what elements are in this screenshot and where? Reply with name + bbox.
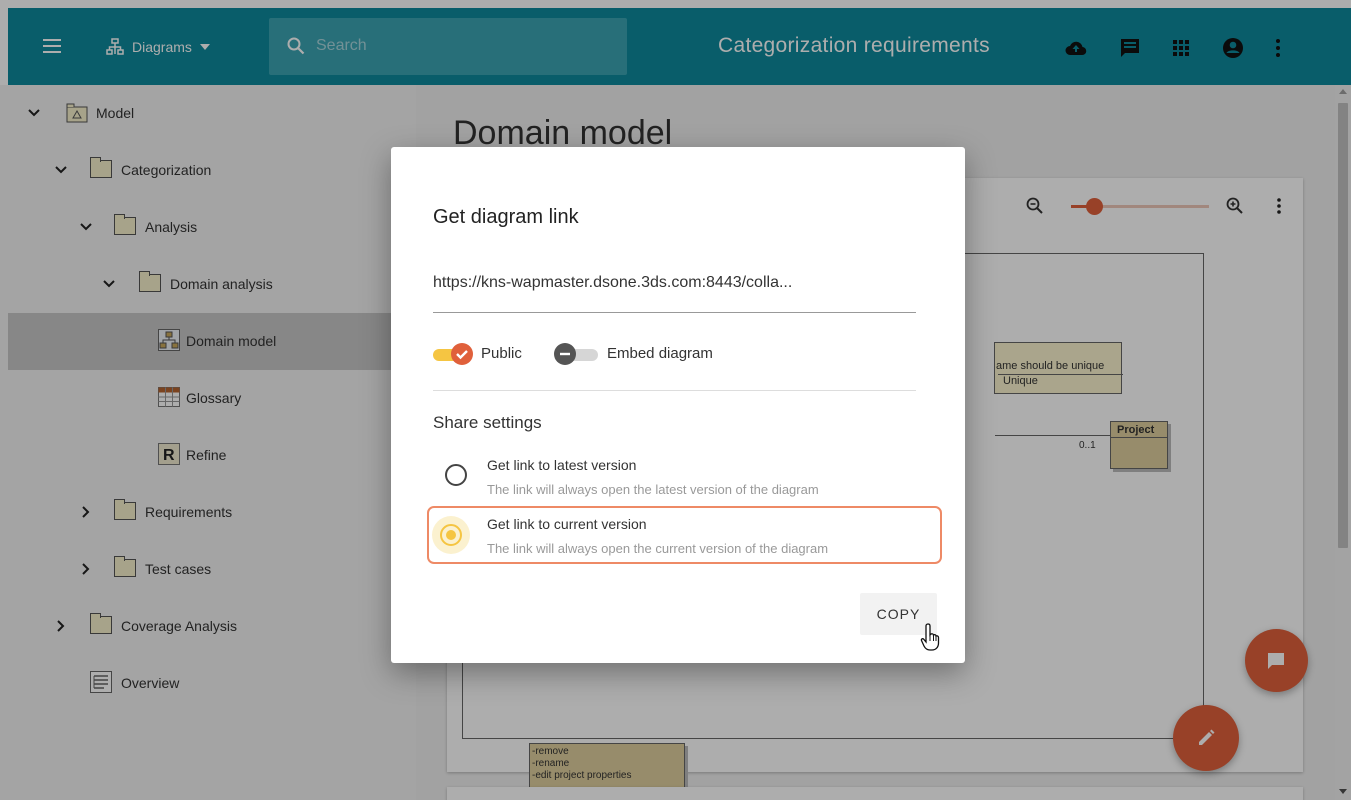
radio-option-title: Get link to current version [487, 516, 647, 532]
radio-option-subtitle: The link will always open the latest ver… [487, 482, 819, 497]
minus-icon [554, 343, 576, 365]
radio-button[interactable] [445, 464, 467, 486]
check-icon [451, 343, 473, 365]
embed-diagram-label: Embed diagram [607, 345, 713, 362]
link-options: Public Embed diagram [433, 343, 933, 365]
radio-option-subtitle: The link will always open the current ve… [487, 541, 829, 556]
radio-option-title: Get link to latest version [487, 457, 637, 473]
diagram-link-field[interactable]: https://kns-wapmaster.dsone.3ds.com:8443… [433, 260, 916, 313]
radio-option-latest-version[interactable]: Get link to latest version The link will… [427, 447, 942, 505]
divider [433, 390, 916, 391]
get-diagram-link-dialog: Get diagram link https://kns-wapmaster.d… [391, 147, 965, 663]
hand-pointer-cursor-icon [920, 623, 940, 651]
radio-dot [446, 530, 456, 540]
diagram-link-value: https://kns-wapmaster.dsone.3ds.com:8443… [433, 274, 793, 291]
radio-button-selected[interactable] [440, 524, 462, 546]
public-toggle[interactable]: Public [433, 343, 543, 365]
dialog-title: Get diagram link [433, 206, 579, 228]
radio-option-current-version[interactable]: Get link to current version The link wil… [427, 506, 942, 564]
share-settings-title: Share settings [433, 413, 542, 432]
embed-diagram-toggle[interactable]: Embed diagram [554, 343, 754, 365]
public-label: Public [481, 345, 522, 362]
